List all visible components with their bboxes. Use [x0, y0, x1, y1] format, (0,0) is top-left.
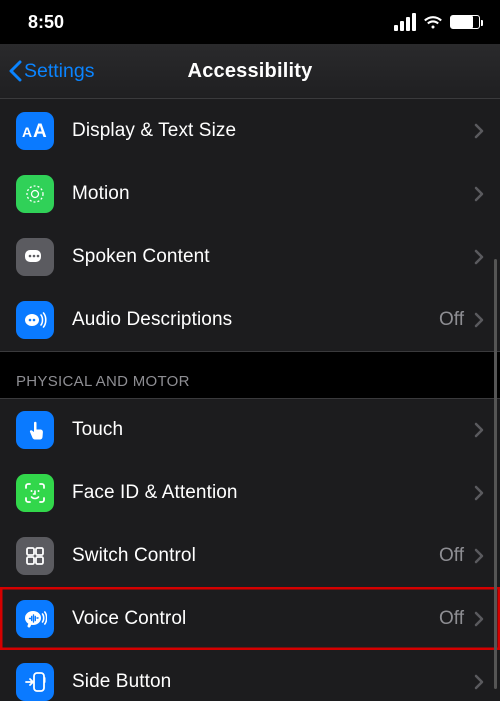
settings-list: AA Display & Text Size Motion Spoken [0, 99, 500, 701]
page-title: Accessibility [188, 60, 313, 83]
motion-icon [16, 175, 54, 213]
chevron-right-icon [474, 123, 484, 139]
chevron-right-icon [474, 422, 484, 438]
row-label: Face ID & Attention [72, 482, 474, 504]
chevron-right-icon [474, 611, 484, 627]
row-label: Voice Control [72, 608, 439, 630]
faceid-icon [16, 474, 54, 512]
status-indicators [394, 13, 480, 31]
side-button-icon [16, 663, 54, 701]
row-audio-descriptions[interactable]: Audio Descriptions Off [0, 288, 500, 351]
row-display-text-size[interactable]: AA Display & Text Size [0, 99, 500, 162]
row-label: Display & Text Size [72, 120, 474, 142]
chevron-right-icon [474, 548, 484, 564]
cellular-icon [394, 13, 416, 31]
row-switch-control[interactable]: Switch Control Off [0, 524, 500, 587]
status-time: 8:50 [28, 12, 64, 33]
battery-icon [450, 15, 480, 29]
row-motion[interactable]: Motion [0, 162, 500, 225]
row-voice-control[interactable]: Voice Control Off [0, 587, 500, 650]
chevron-right-icon [474, 186, 484, 202]
row-spoken-content[interactable]: Spoken Content [0, 225, 500, 288]
chevron-left-icon [8, 60, 22, 82]
section-header-physical-motor: PHYSICAL AND MOTOR [0, 351, 500, 398]
row-label: Spoken Content [72, 246, 474, 268]
back-label: Settings [24, 60, 94, 83]
nav-bar: Settings Accessibility [0, 44, 500, 99]
svg-text:A: A [22, 124, 32, 140]
voice-control-icon [16, 600, 54, 638]
row-detail: Off [439, 545, 464, 567]
row-label: Switch Control [72, 545, 439, 567]
touch-icon [16, 411, 54, 449]
back-button[interactable]: Settings [8, 60, 94, 83]
row-detail: Off [439, 309, 464, 331]
settings-screen: 8:50 Settings Accessibility AA Display &… [0, 0, 500, 701]
row-side-button[interactable]: Side Button [0, 650, 500, 701]
row-touch[interactable]: Touch [0, 398, 500, 461]
chevron-right-icon [474, 674, 484, 690]
switch-control-icon [16, 537, 54, 575]
audio-descriptions-icon [16, 301, 54, 339]
chevron-right-icon [474, 485, 484, 501]
status-bar: 8:50 [0, 0, 500, 44]
row-label: Motion [72, 183, 474, 205]
spoken-content-icon [16, 238, 54, 276]
svg-text:A: A [33, 121, 47, 141]
scroll-indicator [494, 259, 497, 689]
row-label: Side Button [72, 671, 474, 693]
row-faceid-attention[interactable]: Face ID & Attention [0, 461, 500, 524]
chevron-right-icon [474, 249, 484, 265]
chevron-right-icon [474, 312, 484, 328]
text-size-icon: AA [16, 112, 54, 150]
row-label: Audio Descriptions [72, 309, 439, 331]
row-label: Touch [72, 419, 474, 441]
wifi-icon [423, 15, 443, 30]
row-detail: Off [439, 608, 464, 630]
